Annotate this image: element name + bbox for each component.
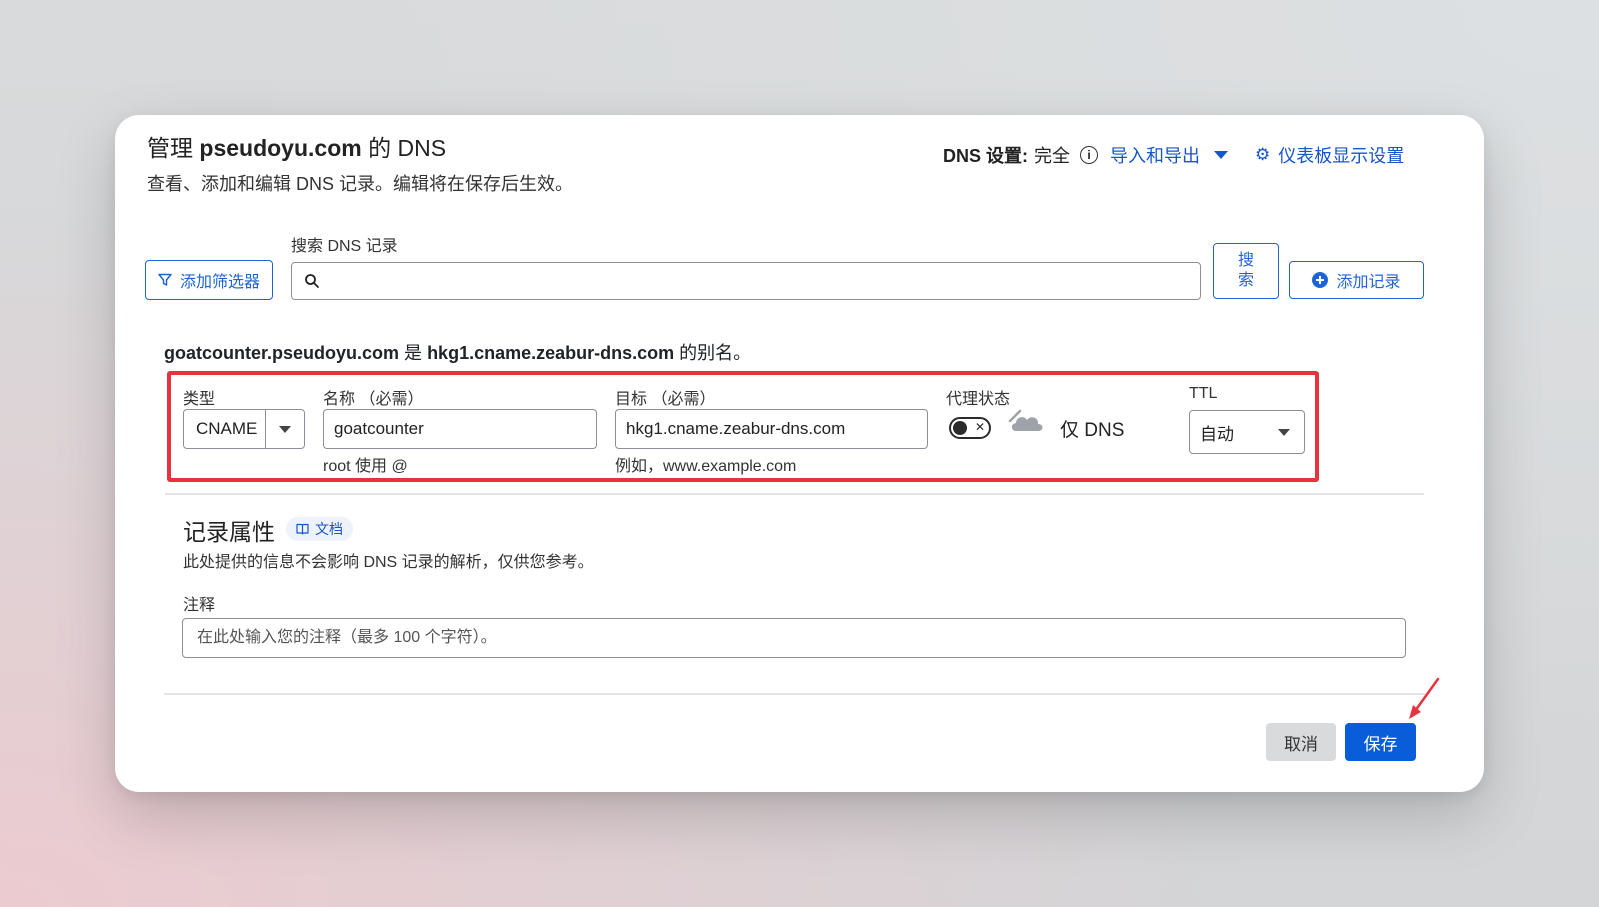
cloud-icon [1008, 409, 1043, 431]
proxy-status-label: 代理状态 [946, 391, 1011, 408]
add-record-button[interactable]: 添加记录 [1289, 261, 1424, 299]
dns-dialog: 管理 pseudoyu.com 的 DNS 查看、添加和编辑 DNS 记录。编辑… [115, 115, 1484, 792]
section-title: 记录属性 [183, 519, 275, 545]
dashboard-settings-label: 仪表板显示设置 [1278, 146, 1405, 166]
target-label: 目标 （必需） [615, 391, 716, 408]
search-input-box[interactable] [291, 262, 1201, 300]
toggle-knob [953, 421, 967, 435]
type-value: CNAME [196, 419, 258, 438]
proxy-toggle[interactable]: ✕ [949, 417, 991, 439]
info-icon[interactable]: i [1080, 146, 1098, 164]
name-label: 名称 （必需） [323, 391, 424, 408]
dns-setting-key: DNS 设置: [943, 146, 1028, 166]
alias-name: goatcounter.pseudoyu.com [164, 343, 400, 363]
search-icon [305, 274, 319, 288]
dns-setting-value: 完全 [1034, 146, 1070, 166]
domain-name: pseudoyu.com [199, 135, 362, 161]
doc-label: 文档 [315, 521, 343, 537]
caret-down-icon [1214, 151, 1228, 159]
ttl-value: 自动 [1200, 424, 1234, 444]
import-export-menu[interactable]: 导入和导出 [1110, 142, 1228, 168]
search-label: 搜索 DNS 记录 [291, 238, 398, 255]
close-icon: ✕ [974, 420, 985, 434]
doc-link[interactable]: 文档 [286, 517, 353, 541]
save-button[interactable]: 保存 [1345, 723, 1416, 761]
search-button-line2: 索 [1237, 272, 1254, 289]
annotation-arrow-icon [1409, 677, 1440, 719]
type-dropdown-toggle[interactable] [265, 410, 304, 448]
proxy-status-text: 仅 DNS [1060, 420, 1125, 441]
name-value: goatcounter [334, 419, 424, 438]
divider [165, 493, 1424, 495]
filter-icon [158, 273, 172, 286]
add-record-label: 添加记录 [1336, 274, 1401, 291]
comment-field[interactable] [182, 618, 1406, 658]
target-value: hkg1.cname.zeabur-dns.com [626, 419, 846, 438]
name-input[interactable]: goatcounter [323, 409, 597, 449]
type-select[interactable]: CNAME [183, 409, 305, 449]
plus-circle-icon [1312, 272, 1329, 288]
alias-target: hkg1.cname.zeabur-dns.com [427, 343, 675, 363]
dashboard-settings-link[interactable]: ⚙ 仪表板显示设置 [1255, 142, 1404, 168]
add-filter-label: 添加筛选器 [179, 274, 260, 291]
comment-input[interactable] [195, 628, 1405, 648]
alias-description: goatcounter.pseudoyu.com 是 hkg1.cname.ze… [164, 343, 752, 363]
import-export-label: 导入和导出 [1110, 146, 1200, 166]
page-subtitle: 查看、添加和编辑 DNS 记录。编辑将在保存后生效。 [147, 174, 574, 194]
section-description: 此处提供的信息不会影响 DNS 记录的解析，仅供您参考。 [183, 554, 594, 571]
divider [164, 693, 1425, 695]
target-hint: 例如，www.example.com [615, 458, 797, 475]
triangle-down-icon [279, 425, 291, 433]
dns-setting-status: DNS 设置: 完全 i [943, 142, 1098, 168]
ttl-label: TTL [1189, 385, 1218, 402]
type-label: 类型 [183, 391, 216, 408]
name-hint: root 使用 @ [323, 458, 408, 475]
comment-label: 注释 [183, 597, 216, 614]
ttl-select[interactable]: 自动 [1189, 410, 1305, 454]
target-input[interactable]: hkg1.cname.zeabur-dns.com [615, 409, 928, 449]
search-button[interactable]: 搜 索 [1213, 243, 1279, 299]
search-input[interactable] [328, 262, 1200, 300]
gear-icon: ⚙ [1255, 145, 1271, 164]
page-title: 管理 pseudoyu.com 的 DNS [147, 135, 447, 161]
add-filter-button[interactable]: 添加筛选器 [145, 260, 273, 300]
search-button-line1: 搜 [1237, 252, 1254, 269]
book-icon [296, 523, 309, 535]
triangle-down-icon [1278, 428, 1290, 436]
cancel-button[interactable]: 取消 [1266, 723, 1336, 761]
